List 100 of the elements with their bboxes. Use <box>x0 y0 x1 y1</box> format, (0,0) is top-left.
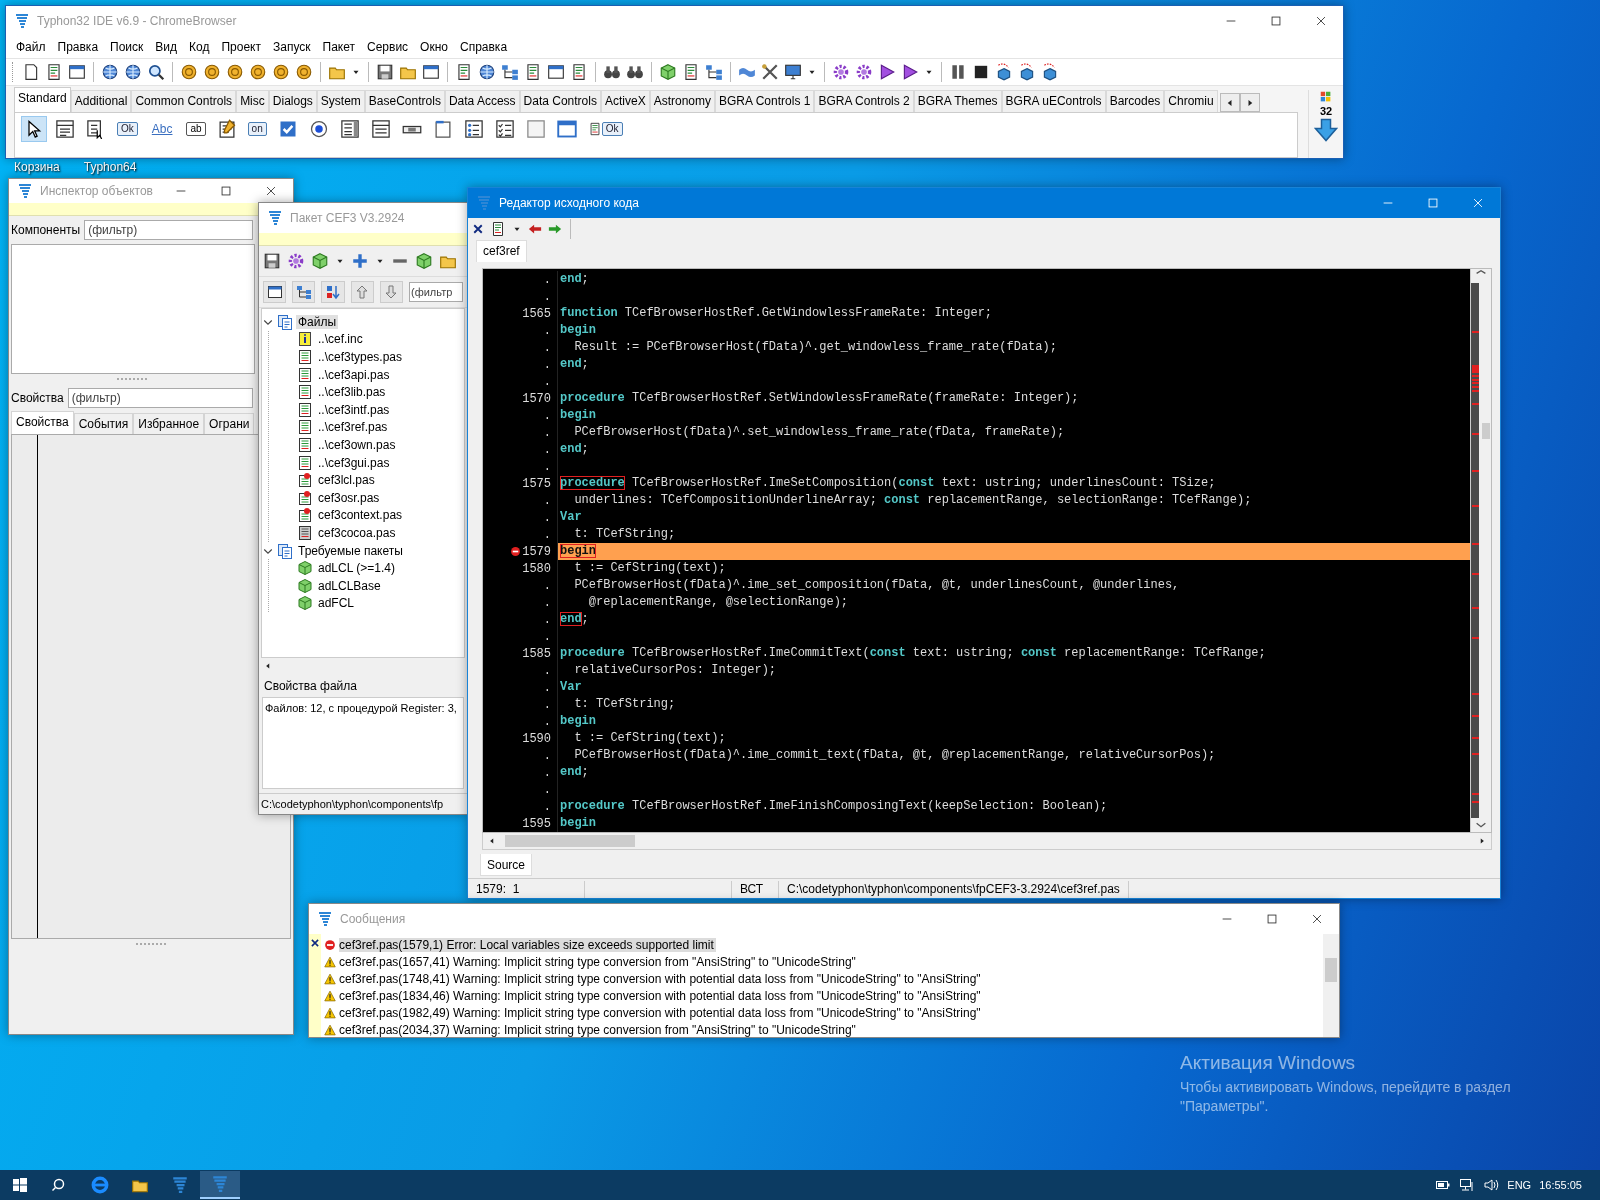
tab[interactable]: Избранное <box>133 413 205 434</box>
window-icon[interactable] <box>547 63 565 81</box>
cube-icon[interactable] <box>415 252 433 270</box>
windows-logo-icon[interactable] <box>12 1177 28 1193</box>
scrollbar[interactable] <box>259 658 467 673</box>
document-icon[interactable] <box>490 221 506 237</box>
save-icon[interactable] <box>376 63 394 81</box>
palette-tab[interactable]: ActiveX <box>600 90 650 112</box>
maximize-icon[interactable] <box>218 184 233 198</box>
component-button[interactable]: Ok <box>114 116 141 142</box>
play-icon[interactable] <box>901 63 919 81</box>
menu-item[interactable]: Правка <box>51 38 105 56</box>
component-button[interactable]: ab <box>183 116 209 142</box>
tree-item[interactable]: ..\cef3gui.pas <box>316 455 392 470</box>
play-icon[interactable] <box>878 63 896 81</box>
document-icon[interactable] <box>682 63 700 81</box>
binoculars-icon[interactable] <box>626 63 644 81</box>
settings-icon[interactable] <box>832 63 850 81</box>
menu-item[interactable]: Вид <box>149 38 184 56</box>
language-indicator[interactable]: ENG <box>1507 1179 1532 1191</box>
tree-item[interactable]: ..\cef.inc <box>316 332 365 347</box>
coin-icon[interactable] <box>180 63 198 81</box>
coin-icon[interactable] <box>295 63 313 81</box>
palette-tab[interactable]: Standard <box>14 87 71 112</box>
window-icon[interactable] <box>68 63 86 81</box>
hierarchy-icon[interactable] <box>705 63 723 81</box>
tree-item[interactable]: cef3cocoa.pas <box>316 525 398 540</box>
settings-icon[interactable] <box>287 252 305 270</box>
add-icon[interactable] <box>351 252 369 270</box>
coin-icon[interactable] <box>226 63 244 81</box>
volume-icon[interactable] <box>1483 1177 1500 1193</box>
monitor-icon[interactable] <box>784 63 802 81</box>
palette-tab[interactable]: Misc <box>236 90 269 112</box>
menu-item[interactable]: Файл <box>10 38 52 56</box>
palette-tab[interactable]: Common Controls <box>131 90 237 112</box>
tree-item[interactable]: Файлы <box>296 314 339 329</box>
icon-size-label[interactable]: 32 <box>1319 105 1333 117</box>
message-item[interactable]: cef3ref.pas(1982,49) Warning: Implicit string type conversion with potential data loss from "UnicodeString" to "AnsiString" <box>339 1005 983 1020</box>
menu-item[interactable]: Окно <box>414 38 454 56</box>
palette-tab[interactable]: Data Controls <box>519 90 601 112</box>
close-icon[interactable] <box>310 938 320 948</box>
message-item[interactable]: cef3ref.pas(1579,1) Error: Local variables size exceeds supported limit <box>339 937 716 952</box>
document-icon[interactable] <box>455 63 473 81</box>
palette-tab[interactable]: Dialogs <box>268 90 317 112</box>
tree-item[interactable]: cef3osr.pas <box>316 490 382 505</box>
filter-field[interactable]: (фильтр <box>409 282 463 302</box>
coin-icon[interactable] <box>249 63 267 81</box>
tree-item[interactable]: ..\cef3lib.pas <box>316 385 388 400</box>
coin-icon[interactable] <box>272 63 290 81</box>
palette-tab[interactable]: BGRA Themes <box>913 90 1002 112</box>
tree-item[interactable]: adFCL <box>316 596 357 611</box>
document-icon[interactable] <box>570 63 588 81</box>
menu-item[interactable]: Справка <box>454 38 514 56</box>
palette-tab[interactable]: BGRA Controls 2 <box>814 90 914 112</box>
menu-item[interactable]: Пакет <box>316 38 361 56</box>
menu-item[interactable]: Код <box>183 38 216 56</box>
pause-icon[interactable] <box>949 63 967 81</box>
window-icon[interactable] <box>422 63 440 81</box>
palette-tab[interactable]: Additional <box>70 90 132 112</box>
tree-item[interactable]: ..\cef3own.pas <box>316 437 398 452</box>
editor-tab[interactable]: cef3ref <box>476 240 527 262</box>
cube-icon[interactable] <box>311 252 329 270</box>
menu-item[interactable]: Сервис <box>361 38 415 56</box>
palette-tab[interactable]: BaseControls <box>364 90 445 112</box>
palette-tab[interactable]: System <box>316 90 365 112</box>
scrollbar[interactable] <box>1470 269 1491 832</box>
message-item[interactable]: cef3ref.pas(2034,37) Warning: Implicit string type conversion from "AnsiString" to "UnicodeString" <box>339 1022 858 1037</box>
component-button[interactable]: Ok <box>584 116 626 142</box>
component-button[interactable]: on <box>244 116 270 142</box>
tree-item[interactable]: cef3context.pas <box>316 508 405 523</box>
tools-icon[interactable] <box>761 63 779 81</box>
component-button[interactable]: Abc <box>145 116 179 142</box>
cube-icon[interactable] <box>1041 63 1059 81</box>
close-icon[interactable] <box>472 223 484 235</box>
tab[interactable]: События <box>73 413 134 434</box>
tree-item[interactable]: ..\cef3intf.pas <box>316 402 392 417</box>
globe-icon[interactable] <box>478 63 496 81</box>
arrow-down-icon[interactable] <box>1314 118 1338 142</box>
filter-field[interactable]: (фильтр) <box>67 388 253 408</box>
tab[interactable]: Свойства <box>11 411 74 434</box>
palette-tab[interactable]: Astronomy <box>649 90 715 112</box>
tree-item[interactable]: cef3lcl.pas <box>316 473 377 488</box>
binoculars-icon[interactable] <box>603 63 621 81</box>
save-icon[interactable] <box>263 252 281 270</box>
scrollbar-thumb[interactable] <box>1482 423 1490 439</box>
tree-item[interactable]: adLCLBase <box>316 578 383 593</box>
coin-icon[interactable] <box>203 63 221 81</box>
document-icon[interactable] <box>524 63 542 81</box>
tree-item[interactable]: ..\cef3ref.pas <box>316 420 390 435</box>
tree-item[interactable]: ..\cef3types.pas <box>316 350 405 364</box>
clock[interactable]: 16:55:05 <box>1539 1179 1582 1191</box>
stop-icon[interactable] <box>972 63 990 81</box>
menu-item[interactable]: Поиск <box>104 38 150 56</box>
search-icon[interactable] <box>147 63 165 81</box>
taskbar-app-button[interactable] <box>200 1171 240 1199</box>
palette-tab[interactable]: BGRA uEControls <box>1001 90 1106 112</box>
maximize-icon[interactable] <box>1264 912 1279 926</box>
browser-icon[interactable] <box>91 1176 109 1194</box>
message-item[interactable]: cef3ref.pas(1657,41) Warning: Implicit string type conversion from "AnsiString" to "UnicodeString" <box>339 954 858 969</box>
cube-icon[interactable] <box>659 63 677 81</box>
